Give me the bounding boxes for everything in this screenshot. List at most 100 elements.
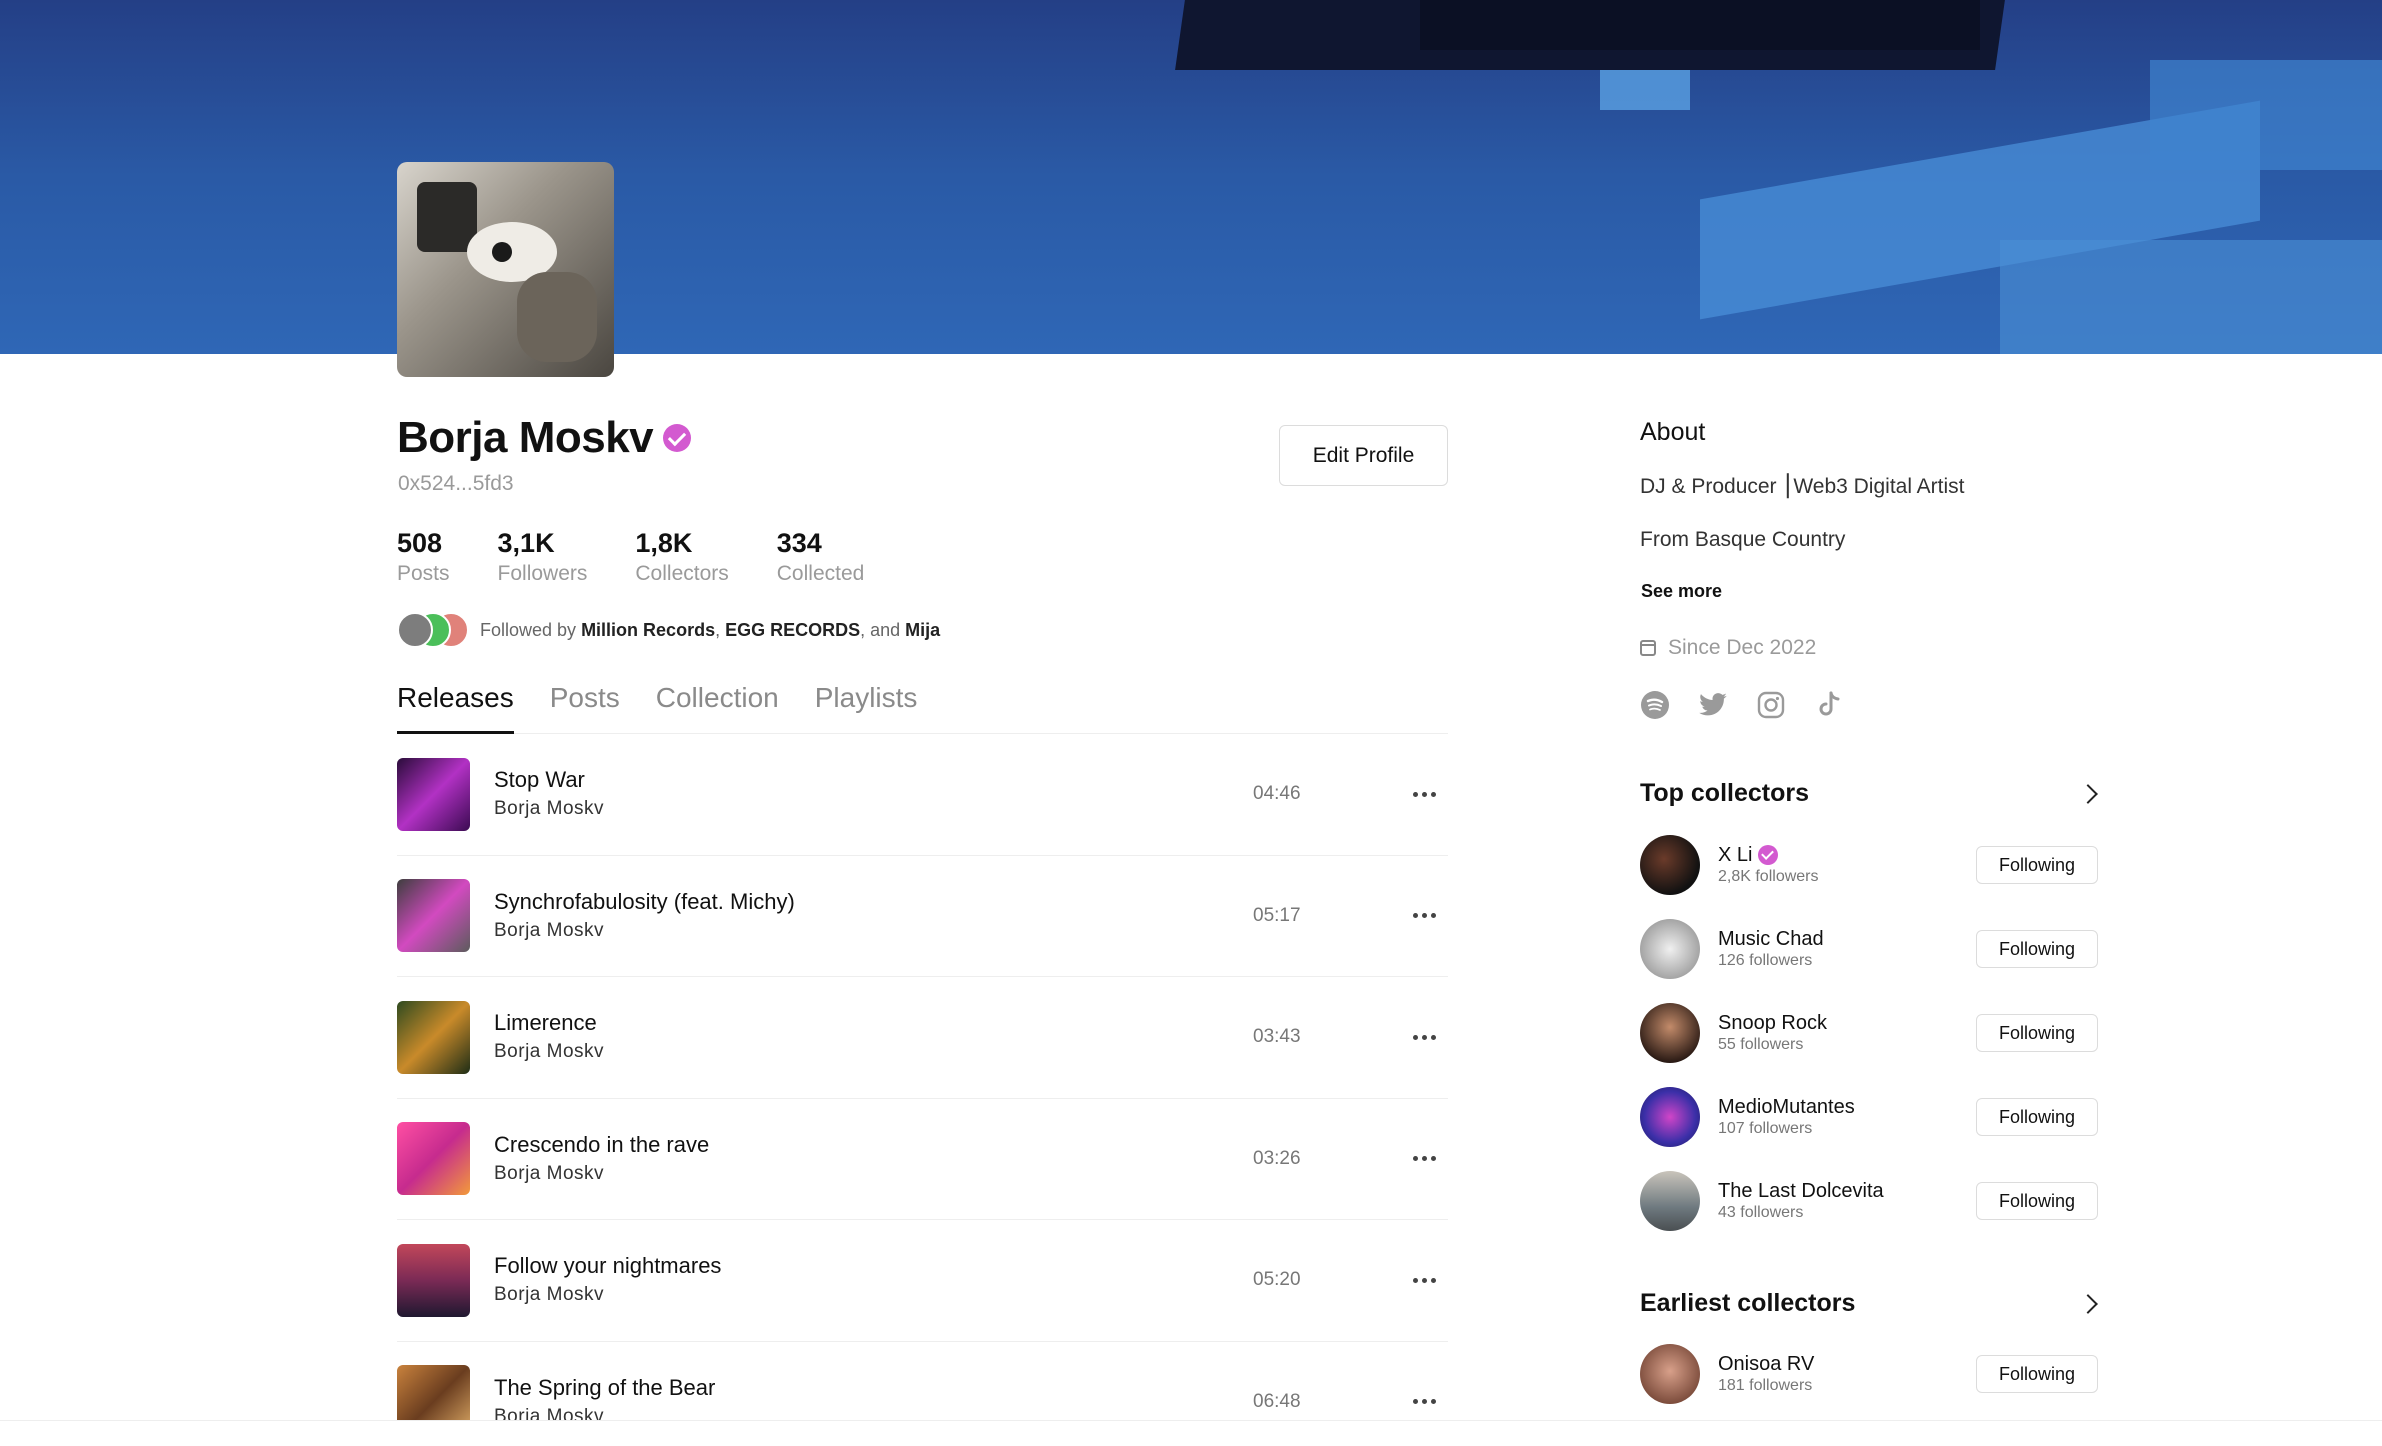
list-item[interactable]: Follow your nightmares Borja Moskv 05:20 [397, 1220, 1448, 1342]
release-artist[interactable]: Borja Moskv [494, 1160, 1448, 1188]
release-title[interactable]: Limerence [494, 1008, 1448, 1038]
verified-badge-icon [1758, 845, 1779, 865]
release-cover[interactable] [397, 757, 470, 831]
following-button[interactable]: Following [1976, 1098, 2098, 1136]
social-links [1640, 690, 1844, 720]
about-bio-line: From Basque Country [1640, 528, 1846, 551]
about-bio-line: DJ & Producer ⎮Web3 Digital Artist [1640, 475, 1965, 498]
stat-collected[interactable]: 334 Collected [777, 526, 865, 588]
wallet-address[interactable]: 0x524...5fd3 [398, 472, 514, 496]
releases-list: Stop War Borja Moskv 04:46 Synchrofabulo… [397, 734, 1448, 1420]
follower-avatars[interactable] [397, 612, 472, 648]
following-button[interactable]: Following [1976, 846, 2098, 884]
edit-profile-button[interactable]: Edit Profile [1279, 425, 1448, 486]
tab-collection[interactable]: Collection [656, 680, 779, 734]
collector-row[interactable]: Music Chad 126 followers Following [1640, 919, 2098, 979]
more-options-icon[interactable] [1409, 901, 1439, 931]
release-cover[interactable] [397, 879, 470, 953]
release-duration: 06:48 [1253, 1390, 1301, 1412]
tab-posts[interactable]: Posts [550, 680, 620, 734]
profile-name: Borja Moskv [397, 408, 692, 468]
verified-badge-icon [663, 424, 692, 452]
profile-stats: 508 Posts 3,1K Followers 1,8K Collectors… [397, 526, 912, 588]
following-button[interactable]: Following [1976, 930, 2098, 968]
separator: , [715, 619, 726, 640]
collector-followers: 126 followers [1718, 952, 1813, 969]
collector-name[interactable]: Music Chad [1718, 927, 1824, 951]
avatar[interactable] [1640, 919, 1700, 979]
list-item[interactable]: Limerence Borja Moskv 03:43 [397, 977, 1448, 1099]
release-cover[interactable] [397, 1365, 470, 1420]
release-title[interactable]: The Spring of the Bear [494, 1373, 1448, 1403]
more-options-icon[interactable] [1409, 779, 1439, 809]
release-duration: 03:26 [1253, 1147, 1301, 1169]
stat-posts[interactable]: 508 Posts [397, 526, 450, 588]
following-button[interactable]: Following [1976, 1182, 2098, 1220]
collector-row[interactable]: The Last Dolcevita 43 followers Followin… [1640, 1171, 2098, 1231]
avatar[interactable] [1640, 1344, 1700, 1404]
collector-name[interactable]: The Last Dolcevita [1718, 1179, 1884, 1203]
list-item[interactable]: Synchrofabulosity (feat. Michy) Borja Mo… [397, 856, 1448, 977]
calendar-icon [1640, 640, 1656, 656]
release-title[interactable]: Follow your nightmares [494, 1251, 1448, 1281]
stat-collectors[interactable]: 1,8K Collectors [635, 526, 728, 588]
collector-row[interactable]: Onisoa RV 181 followers Following [1640, 1344, 2098, 1404]
separator: , and [860, 619, 906, 640]
release-duration: 05:20 [1253, 1269, 1301, 1291]
release-artist[interactable]: Borja Moskv [494, 1038, 1448, 1066]
avatar[interactable] [1640, 1003, 1700, 1063]
stat-label: Collectors [635, 562, 729, 585]
stat-value: 508 [397, 528, 443, 558]
release-title[interactable]: Synchrofabulosity (feat. Michy) [494, 887, 1448, 917]
collector-name[interactable]: X Li [1718, 843, 1752, 867]
more-options-icon[interactable] [1409, 1387, 1439, 1417]
tab-playlists[interactable]: Playlists [815, 680, 918, 734]
stat-label: Followers [497, 562, 588, 585]
release-artist[interactable]: Borja Moskv [494, 795, 1448, 823]
tab-releases[interactable]: Releases [397, 680, 514, 734]
see-more-link[interactable]: See more [1641, 581, 1722, 602]
release-cover[interactable] [397, 1243, 470, 1317]
chevron-right-icon[interactable] [2078, 784, 2100, 806]
avatar[interactable] [1640, 835, 1700, 895]
list-item[interactable]: Crescendo in the rave Borja Moskv 03:26 [397, 1099, 1448, 1220]
release-artist[interactable]: Borja Moskv [494, 917, 1448, 945]
release-duration: 05:17 [1253, 904, 1301, 926]
list-item[interactable]: Stop War Borja Moskv 04:46 [397, 734, 1448, 856]
profile-avatar[interactable] [397, 162, 614, 377]
collector-name[interactable]: Snoop Rock [1718, 1011, 1827, 1035]
follower-link[interactable]: Million Records [581, 620, 715, 640]
more-options-icon[interactable] [1409, 1265, 1439, 1295]
release-title[interactable]: Stop War [494, 765, 1448, 795]
stat-followers[interactable]: 3,1K Followers [498, 526, 588, 588]
more-options-icon[interactable] [1409, 1022, 1439, 1052]
avatar[interactable] [1640, 1171, 1700, 1231]
release-artist[interactable]: Borja Moskv [494, 1281, 1448, 1309]
collector-name[interactable]: MedioMutantes [1718, 1095, 1855, 1119]
collector-followers: 2,8K followers [1718, 868, 1819, 885]
following-button[interactable]: Following [1976, 1014, 2098, 1052]
avatar[interactable] [1640, 1087, 1700, 1147]
follower-link[interactable]: EGG RECORDS [725, 620, 860, 640]
release-cover[interactable] [397, 1000, 470, 1074]
collector-name[interactable]: Onisoa RV [1718, 1352, 1814, 1376]
release-duration: 03:43 [1253, 1026, 1301, 1048]
follower-link[interactable]: Mija [905, 620, 940, 640]
twitter-icon[interactable] [1698, 690, 1728, 720]
release-title[interactable]: Crescendo in the rave [494, 1130, 1448, 1160]
tiktok-icon[interactable] [1814, 690, 1844, 720]
spotify-icon[interactable] [1640, 690, 1670, 720]
release-cover[interactable] [397, 1122, 470, 1196]
collector-row[interactable]: MedioMutantes 107 followers Following [1640, 1087, 2098, 1147]
earliest-collectors-heading: Earliest collectors [1640, 1289, 1856, 1317]
list-item[interactable]: The Spring of the Bear Borja Moskv 06:48 [397, 1342, 1448, 1420]
collector-followers: 107 followers [1718, 1120, 1813, 1137]
instagram-icon[interactable] [1756, 690, 1786, 720]
release-artist[interactable]: Borja Moskv [494, 1403, 1448, 1420]
following-button[interactable]: Following [1976, 1355, 2098, 1393]
collector-row[interactable]: Snoop Rock 55 followers Following [1640, 1003, 2098, 1063]
stat-label: Collected [776, 562, 865, 585]
collector-row[interactable]: X Li 2,8K followers Following [1640, 835, 2098, 895]
chevron-right-icon[interactable] [2078, 1294, 2100, 1316]
more-options-icon[interactable] [1409, 1144, 1439, 1174]
